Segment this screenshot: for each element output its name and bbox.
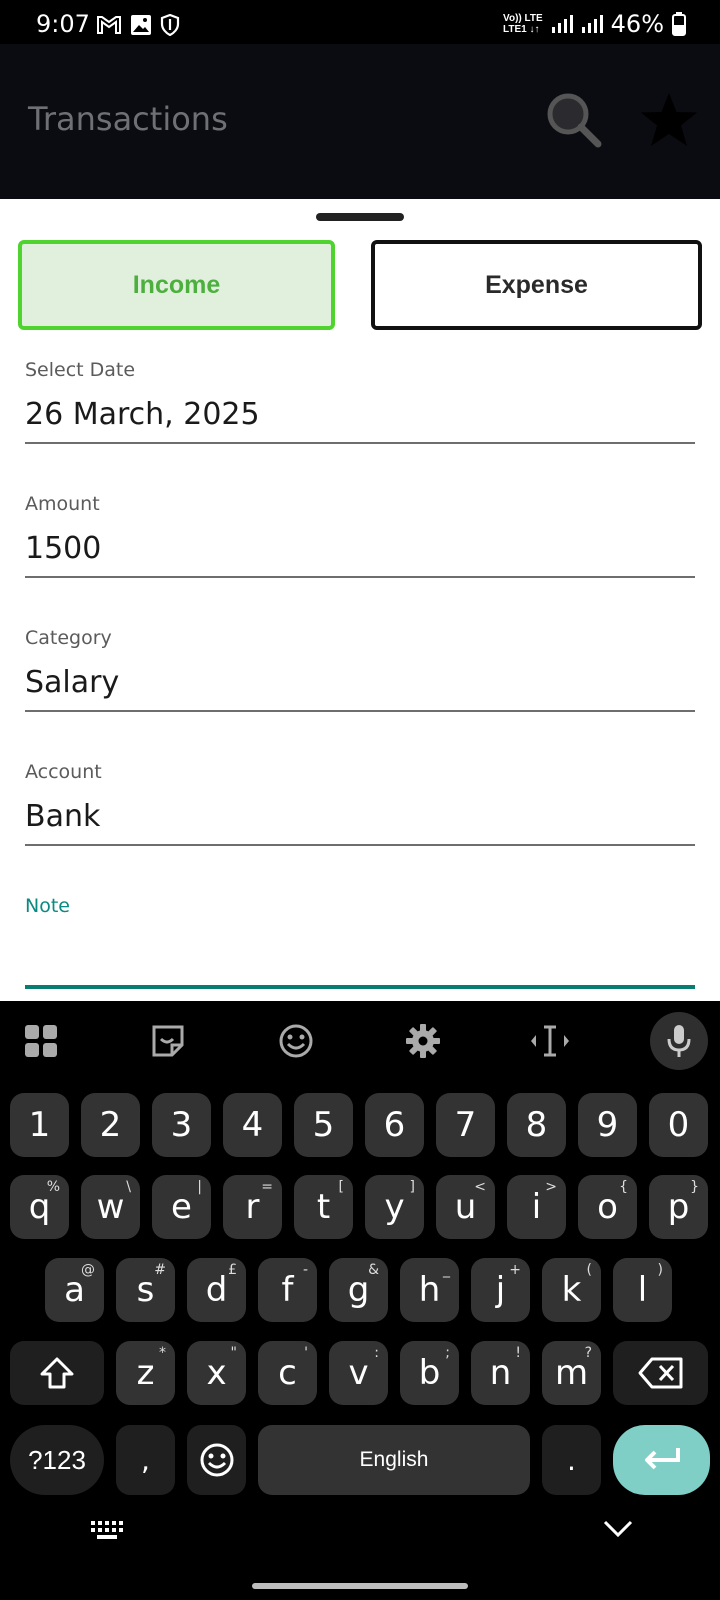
key-9[interactable]: 9 bbox=[578, 1093, 637, 1157]
emoji-key-icon bbox=[200, 1443, 233, 1477]
key-b[interactable]: b; bbox=[400, 1341, 459, 1405]
key-u[interactable]: u < bbox=[436, 1175, 495, 1239]
key-h[interactable]: h _ bbox=[400, 1258, 459, 1322]
apps-grid-icon[interactable] bbox=[24, 1024, 58, 1058]
key-m[interactable]: m? bbox=[542, 1341, 601, 1405]
note-value[interactable] bbox=[25, 933, 695, 977]
gallery-icon bbox=[131, 15, 151, 35]
key-8[interactable]: 8 bbox=[507, 1093, 566, 1157]
amount-value: 1500 bbox=[25, 531, 102, 566]
period-key[interactable]: . bbox=[542, 1425, 601, 1495]
key-g[interactable]: g & bbox=[329, 1258, 388, 1322]
settings-gear-icon[interactable] bbox=[405, 1023, 441, 1059]
account-field[interactable]: Account Bank bbox=[25, 761, 695, 846]
space-key[interactable]: English bbox=[258, 1425, 530, 1495]
shift-icon bbox=[40, 1357, 74, 1389]
key-l[interactable]: l) bbox=[613, 1258, 672, 1322]
key-a[interactable]: a @ bbox=[45, 1258, 104, 1322]
keyboard-toolbar bbox=[0, 1001, 720, 1081]
key-s[interactable]: s # bbox=[116, 1258, 175, 1322]
key-z[interactable]: z * bbox=[116, 1341, 175, 1405]
note-label: Note bbox=[25, 895, 70, 917]
key-y[interactable]: y] bbox=[365, 1175, 424, 1239]
date-underline bbox=[25, 442, 695, 444]
date-label: Select Date bbox=[25, 359, 136, 381]
add-transaction-sheet: Income Expense Select Date 26 March, 202… bbox=[0, 199, 720, 1001]
category-label: Category bbox=[25, 627, 112, 649]
key-6[interactable]: 6 bbox=[365, 1093, 424, 1157]
key-k[interactable]: k( bbox=[542, 1258, 601, 1322]
star-icon[interactable] bbox=[638, 90, 700, 150]
category-field[interactable]: Category Salary bbox=[25, 627, 695, 712]
signal-icon-2 bbox=[581, 15, 603, 33]
key-w[interactable]: w \ bbox=[81, 1175, 140, 1239]
notification-icons bbox=[96, 14, 180, 36]
key-d[interactable]: d £ bbox=[187, 1258, 246, 1322]
key-v[interactable]: v: bbox=[329, 1341, 388, 1405]
amount-label: Amount bbox=[25, 493, 100, 515]
date-field[interactable]: Select Date 26 March, 2025 bbox=[25, 359, 695, 444]
category-value: Salary bbox=[25, 665, 120, 700]
key-c[interactable]: c ' bbox=[258, 1341, 317, 1405]
battery-percent: 46% bbox=[610, 10, 664, 38]
network-type: Vo)) LTE LTE1 ↓↑ bbox=[503, 13, 543, 35]
key-f[interactable]: f- bbox=[258, 1258, 317, 1322]
account-value: Bank bbox=[25, 799, 101, 834]
emoji-key[interactable] bbox=[187, 1425, 246, 1495]
key-x[interactable]: x " bbox=[187, 1341, 246, 1405]
key-n[interactable]: n! bbox=[471, 1341, 530, 1405]
key-7[interactable]: 7 bbox=[436, 1093, 495, 1157]
key-5[interactable]: 5 bbox=[294, 1093, 353, 1157]
symbols-key[interactable]: ?123 bbox=[10, 1425, 104, 1495]
key-3[interactable]: 3 bbox=[152, 1093, 211, 1157]
key-1[interactable]: 1 bbox=[10, 1093, 69, 1157]
enter-icon bbox=[644, 1448, 680, 1470]
backspace-key[interactable] bbox=[613, 1341, 708, 1405]
note-underline bbox=[25, 985, 695, 989]
shield-icon bbox=[160, 14, 180, 36]
key-4[interactable]: 4 bbox=[223, 1093, 282, 1157]
key-q[interactable]: q% bbox=[10, 1175, 69, 1239]
date-value: 26 March, 2025 bbox=[25, 397, 260, 432]
comma-key[interactable]: , bbox=[116, 1425, 175, 1495]
drag-handle[interactable] bbox=[316, 213, 404, 221]
app-bar: Transactions bbox=[0, 44, 720, 199]
key-e[interactable]: e | bbox=[152, 1175, 211, 1239]
account-label: Account bbox=[25, 761, 102, 783]
key-i[interactable]: i > bbox=[507, 1175, 566, 1239]
key-p[interactable]: p} bbox=[649, 1175, 708, 1239]
key-t[interactable]: t[ bbox=[294, 1175, 353, 1239]
microphone-icon[interactable] bbox=[650, 1012, 708, 1070]
keyboard-switch-icon[interactable] bbox=[90, 1520, 124, 1540]
status-right: Vo)) LTE LTE1 ↓↑ 46% bbox=[503, 10, 686, 38]
search-icon[interactable] bbox=[544, 90, 604, 150]
hide-keyboard-chevron-icon[interactable] bbox=[603, 1519, 633, 1539]
category-underline bbox=[25, 710, 695, 712]
income-button[interactable]: Income bbox=[18, 240, 335, 330]
expense-button[interactable]: Expense bbox=[371, 240, 702, 330]
amount-field[interactable]: Amount 1500 bbox=[25, 493, 695, 578]
gesture-handle[interactable] bbox=[252, 1583, 468, 1589]
sticker-icon[interactable] bbox=[151, 1024, 185, 1058]
key-j[interactable]: j + bbox=[471, 1258, 530, 1322]
signal-icon bbox=[551, 15, 573, 33]
backspace-icon bbox=[638, 1357, 682, 1389]
note-field[interactable]: Note bbox=[25, 895, 695, 989]
emoji-icon[interactable] bbox=[278, 1023, 314, 1059]
gmail-icon bbox=[97, 16, 121, 34]
page-title: Transactions bbox=[28, 100, 228, 138]
amount-underline bbox=[25, 576, 695, 578]
text-cursor-icon[interactable] bbox=[530, 1024, 570, 1058]
key-o[interactable]: o{ bbox=[578, 1175, 637, 1239]
account-underline bbox=[25, 844, 695, 846]
enter-key[interactable] bbox=[613, 1425, 710, 1495]
status-time: 9:07 bbox=[36, 10, 90, 38]
battery-icon bbox=[672, 12, 686, 36]
key-0[interactable]: 0 bbox=[649, 1093, 708, 1157]
shift-key[interactable] bbox=[10, 1341, 104, 1405]
key-2[interactable]: 2 bbox=[81, 1093, 140, 1157]
key-r[interactable]: r = bbox=[223, 1175, 282, 1239]
